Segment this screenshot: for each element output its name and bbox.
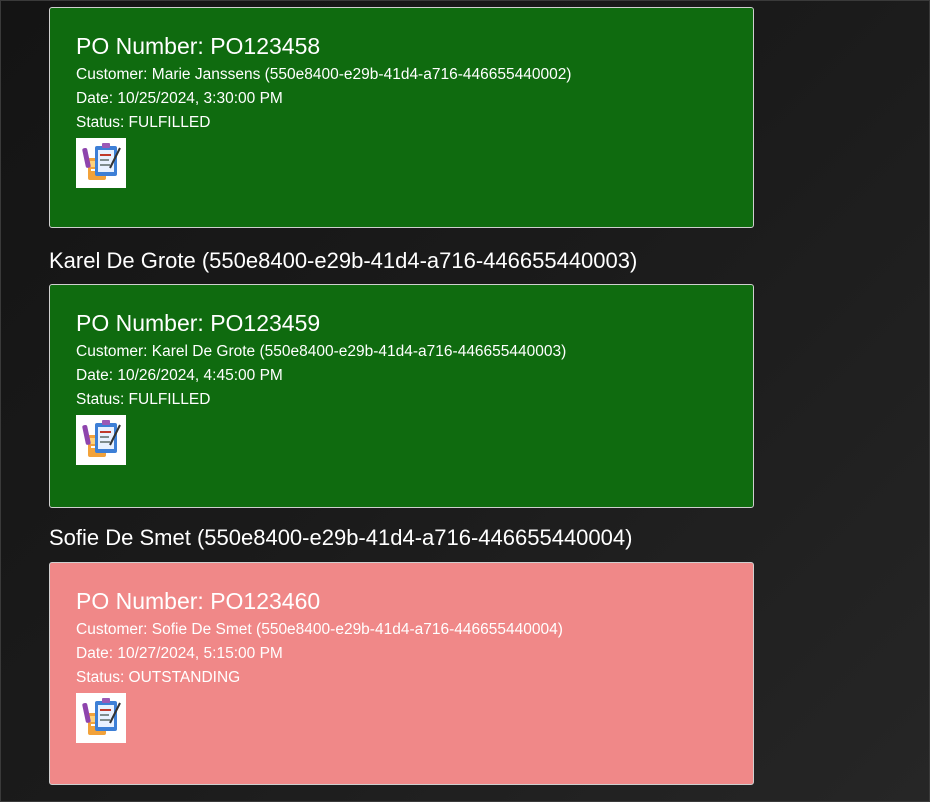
order-card[interactable]: PO Number: PO123460 Customer: Sofie De S… (49, 562, 754, 785)
status-line: Status: FULFILLED (76, 114, 211, 131)
clipboard-order-icon (76, 415, 126, 465)
status-line: Status: OUTSTANDING (76, 669, 241, 686)
customer-line: Customer: Karel De Grote (550e8400-e29b-… (76, 343, 567, 360)
order-card[interactable]: PO Number: PO123459 Customer: Karel De G… (49, 284, 754, 508)
clipboard-order-icon (76, 138, 126, 188)
date-line: Date: 10/26/2024, 4:45:00 PM (76, 367, 283, 384)
po-number: PO Number: PO123458 (76, 33, 321, 59)
customer-line: Customer: Marie Janssens (550e8400-e29b-… (76, 66, 572, 83)
order-card[interactable]: PO Number: PO123458 Customer: Marie Jans… (49, 7, 754, 228)
po-number: PO Number: PO123459 (76, 310, 321, 336)
po-number: PO Number: PO123460 (76, 588, 321, 614)
customer-group-heading: Karel De Grote (550e8400-e29b-41d4-a716-… (49, 248, 638, 273)
clipboard-order-icon (76, 693, 126, 743)
customer-line: Customer: Sofie De Smet (550e8400-e29b-4… (76, 621, 563, 638)
customer-group-heading: Sofie De Smet (550e8400-e29b-41d4-a716-4… (49, 525, 633, 550)
date-line: Date: 10/27/2024, 5:15:00 PM (76, 645, 283, 662)
date-line: Date: 10/25/2024, 3:30:00 PM (76, 90, 283, 107)
status-line: Status: FULFILLED (76, 391, 211, 408)
